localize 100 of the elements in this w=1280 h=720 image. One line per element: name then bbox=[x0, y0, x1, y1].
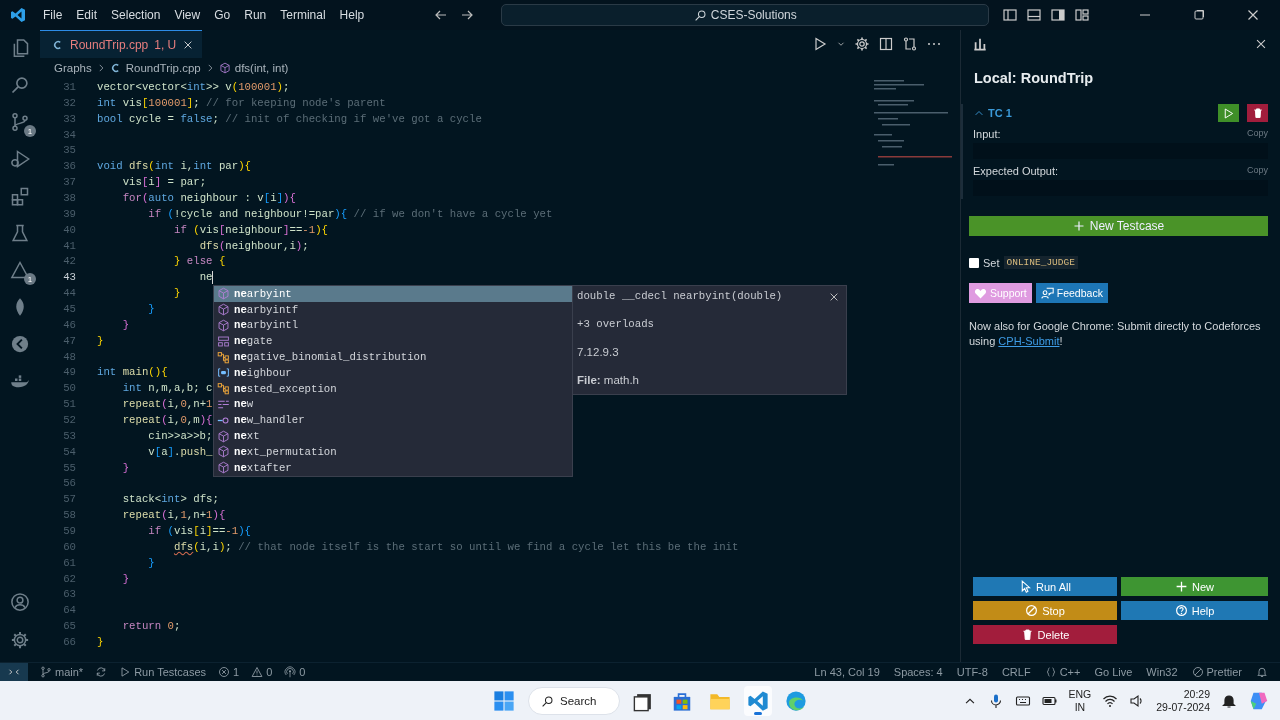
bar-chart-icon[interactable] bbox=[973, 37, 987, 51]
blocked-icon[interactable] bbox=[1191, 666, 1204, 678]
line-number: 44 bbox=[62, 287, 76, 300]
suggestion-item[interactable]: new_handler bbox=[214, 412, 572, 429]
play-icon[interactable] bbox=[119, 666, 132, 678]
suggestion-item[interactable]: next bbox=[214, 428, 572, 444]
checkbox[interactable] bbox=[969, 257, 979, 268]
menu-item[interactable]: File bbox=[36, 5, 70, 25]
suggestion-item[interactable]: next_permutation bbox=[214, 443, 572, 460]
suggestion-item[interactable]: nextafter bbox=[214, 459, 572, 476]
suggestion-item[interactable]: nearbyint bbox=[214, 286, 572, 302]
language-indicator[interactable]: ENG IN bbox=[1068, 688, 1092, 714]
error-icon[interactable] bbox=[218, 666, 231, 678]
command-center[interactable]: CSES-Solutions bbox=[501, 4, 990, 26]
feedback-button[interactable]: Feedback bbox=[1035, 283, 1108, 303]
warning-icon[interactable] bbox=[251, 666, 264, 678]
status-item[interactable]: Go Live bbox=[1094, 666, 1133, 678]
split-editor-icon[interactable] bbox=[878, 36, 894, 52]
status-item[interactable]: Run Testcases bbox=[134, 666, 207, 678]
suggestion-item[interactable]: nested_exception bbox=[214, 380, 572, 397]
settings-icon[interactable] bbox=[854, 36, 870, 52]
branch-icon[interactable] bbox=[40, 666, 52, 678]
code-line: if (!cycle and neighbour!=par){ // if we don't have a cycle yet bbox=[148, 207, 553, 220]
line-number: 42 bbox=[62, 255, 76, 268]
suggestion-item[interactable]: negate bbox=[214, 333, 572, 350]
menu-item[interactable]: View bbox=[167, 5, 208, 25]
line-number: 60 bbox=[62, 540, 76, 553]
menu-item[interactable]: Run bbox=[237, 5, 274, 25]
close-icon[interactable] bbox=[1254, 37, 1268, 51]
status-item[interactable]: Ln 43, Col 19 bbox=[814, 666, 880, 678]
code-line: } bbox=[122, 461, 130, 474]
sidebar-layout-icon[interactable] bbox=[1002, 7, 1018, 23]
badge-circle-icon[interactable] bbox=[10, 334, 30, 354]
wifi-icon[interactable] bbox=[1102, 693, 1119, 709]
code-line: v[a].push_ bbox=[148, 445, 213, 458]
help-icon bbox=[1174, 604, 1188, 617]
status-item[interactable]: CRLF bbox=[1001, 666, 1031, 678]
braces-icon[interactable] bbox=[1044, 666, 1057, 678]
maximize-icon[interactable] bbox=[1191, 7, 1207, 23]
class-icon bbox=[217, 382, 230, 396]
warning-icon[interactable] bbox=[10, 260, 30, 280]
play-bug-icon[interactable] bbox=[10, 149, 30, 169]
line-number: 53 bbox=[62, 429, 76, 442]
testcase-title[interactable]: TC 1 bbox=[988, 107, 1012, 119]
editor-tab[interactable]: RoundTrip.cpp 1, U bbox=[40, 30, 203, 58]
status-item[interactable]: Win32 bbox=[1146, 666, 1178, 678]
play-icon[interactable] bbox=[812, 36, 828, 52]
search-icon bbox=[693, 8, 707, 22]
play-icon bbox=[1222, 106, 1235, 120]
extensions-icon[interactable] bbox=[10, 186, 30, 206]
keyboard-icon[interactable] bbox=[1014, 693, 1031, 709]
close-icon[interactable] bbox=[828, 291, 840, 303]
colorful-logo-icon[interactable] bbox=[1248, 690, 1270, 712]
layout-grid-icon[interactable] bbox=[1074, 7, 1090, 23]
suggestion-item[interactable]: nearbyintl bbox=[214, 317, 572, 334]
suggestion-item[interactable]: nearbyintf bbox=[214, 301, 572, 318]
menu-item[interactable]: Go bbox=[207, 5, 238, 25]
search-box[interactable]: Search bbox=[528, 687, 620, 715]
panel-layout-icon[interactable] bbox=[1026, 7, 1042, 23]
status-item[interactable]: 0 bbox=[299, 666, 306, 678]
broadcast-icon[interactable] bbox=[284, 666, 297, 678]
sidebar-layout-icon[interactable] bbox=[1050, 7, 1066, 23]
suggestion-item[interactable]: negative_binomial_distribution bbox=[214, 349, 572, 365]
bell-icon[interactable] bbox=[1221, 693, 1237, 709]
search-icon[interactable] bbox=[10, 75, 30, 95]
run-button[interactable]: Run All bbox=[973, 577, 1117, 596]
status-item[interactable]: C++ bbox=[1059, 666, 1081, 678]
breadcrumb-item[interactable]: Graphs bbox=[54, 62, 92, 74]
flask-icon[interactable] bbox=[10, 223, 30, 243]
branch-icon[interactable] bbox=[10, 112, 30, 132]
menu-item[interactable]: Selection bbox=[104, 5, 168, 25]
minimap-drawing[interactable] bbox=[872, 78, 952, 168]
run-button[interactable] bbox=[1218, 104, 1239, 122]
menu-item[interactable]: Terminal bbox=[273, 5, 333, 25]
field-label: Expected Output: bbox=[973, 165, 1058, 177]
menu-item[interactable]: Help bbox=[332, 5, 372, 25]
delete-button[interactable] bbox=[1247, 104, 1268, 122]
copy-link[interactable]: Copy bbox=[1247, 165, 1268, 177]
sync-icon[interactable] bbox=[95, 666, 108, 678]
suggestion-item[interactable]: neighbour bbox=[214, 365, 572, 381]
cube-icon bbox=[217, 461, 230, 475]
compare-icon[interactable] bbox=[902, 36, 918, 52]
status-item[interactable]: Prettier bbox=[1206, 666, 1242, 678]
variable-icon bbox=[217, 366, 230, 380]
account-icon[interactable] bbox=[10, 592, 30, 612]
delete-button[interactable]: Delete bbox=[973, 625, 1117, 644]
clock[interactable]: 20:29 29-07-2024 bbox=[1156, 688, 1210, 714]
breadcrumb-item[interactable]: dfs(int, int) bbox=[234, 62, 289, 74]
new-button[interactable]: New bbox=[1121, 577, 1268, 596]
status-item[interactable]: main* bbox=[55, 666, 84, 678]
status-item[interactable]: UTF-8 bbox=[956, 666, 988, 678]
status-item[interactable]: Spaces: 4 bbox=[893, 666, 943, 678]
status-item[interactable]: 1 bbox=[233, 666, 240, 678]
code-line: } bbox=[148, 556, 155, 569]
suggestion-item[interactable]: new bbox=[214, 396, 572, 413]
breadcrumb-item[interactable]: RoundTrip.cpp bbox=[125, 62, 201, 74]
menu-item[interactable]: Edit bbox=[69, 5, 105, 25]
copy-link[interactable]: Copy bbox=[1247, 128, 1268, 140]
status-item[interactable]: 0 bbox=[266, 666, 273, 678]
help-button[interactable]: Help bbox=[1121, 601, 1268, 620]
